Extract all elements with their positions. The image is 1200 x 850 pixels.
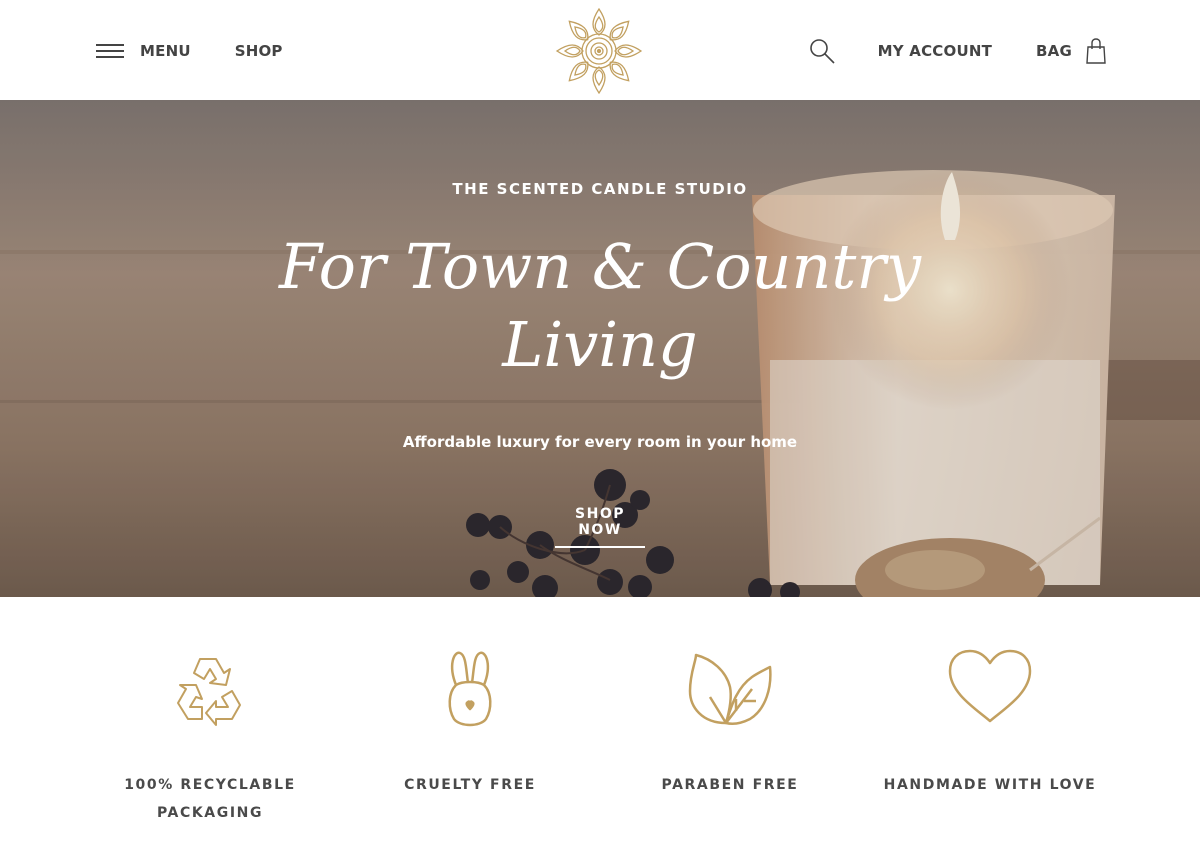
feature-label: HANDMADE WITH LOVE <box>870 771 1110 799</box>
feature-label-line1: PARABEN FREE <box>661 777 799 793</box>
feature-label: CRUELTY FREE <box>350 771 590 799</box>
feature-label: PARABEN FREE <box>610 771 850 799</box>
features-strip: 100% RECYCLABLE PACKAGING CRUELTY FREE P… <box>0 597 1200 850</box>
feature-label-line1: 100% RECYCLABLE <box>124 777 296 793</box>
my-account-link[interactable]: MY ACCOUNT <box>878 42 992 60</box>
bunny-icon <box>448 651 492 727</box>
hero-headline: For Town & Country Living <box>0 228 1200 384</box>
shop-link[interactable]: SHOP <box>235 42 283 60</box>
shopping-bag-icon <box>1086 38 1106 64</box>
hero-headline-line2: Living <box>502 308 698 381</box>
feature-label-line2: PACKAGING <box>156 805 264 821</box>
hero-headline-line1: For Town & Country <box>279 230 921 303</box>
bag-button[interactable]: BAG <box>1036 38 1106 64</box>
feature-label: 100% RECYCLABLE PACKAGING <box>90 771 330 827</box>
hero-subline: Affordable luxury for every room in your… <box>402 433 798 451</box>
feature-cruelty-free: CRUELTY FREE <box>350 647 590 799</box>
heart-icon <box>948 649 1032 723</box>
leaf-icon <box>688 653 772 726</box>
recycle-icon <box>177 658 241 726</box>
site-header: MENU SHOP MY ACCOUNT BAG <box>0 0 1200 100</box>
shop-now-button[interactable]: SHOP NOW <box>555 506 645 548</box>
header-left-nav: MENU SHOP <box>96 36 283 66</box>
hamburger-icon <box>96 44 124 58</box>
feature-paraben-free: PARABEN FREE <box>610 647 850 799</box>
menu-label: MENU <box>140 42 191 60</box>
bag-label: BAG <box>1036 42 1072 60</box>
feature-label-line1: HANDMADE WITH LOVE <box>883 777 1097 793</box>
header-right-nav: MY ACCOUNT BAG <box>808 36 1106 66</box>
mandala-logo-icon[interactable] <box>554 6 644 96</box>
hero-content: THE SCENTED CANDLE STUDIO For Town & Cou… <box>0 100 1200 597</box>
feature-recyclable: 100% RECYCLABLE PACKAGING <box>90 647 330 827</box>
hero-eyebrow: THE SCENTED CANDLE STUDIO <box>452 180 748 198</box>
search-icon[interactable] <box>808 37 836 65</box>
menu-button[interactable]: MENU <box>96 42 191 60</box>
feature-label-line1: CRUELTY FREE <box>404 777 536 793</box>
feature-handmade: HANDMADE WITH LOVE <box>870 647 1110 799</box>
hero-banner: THE SCENTED CANDLE STUDIO For Town & Cou… <box>0 100 1200 597</box>
